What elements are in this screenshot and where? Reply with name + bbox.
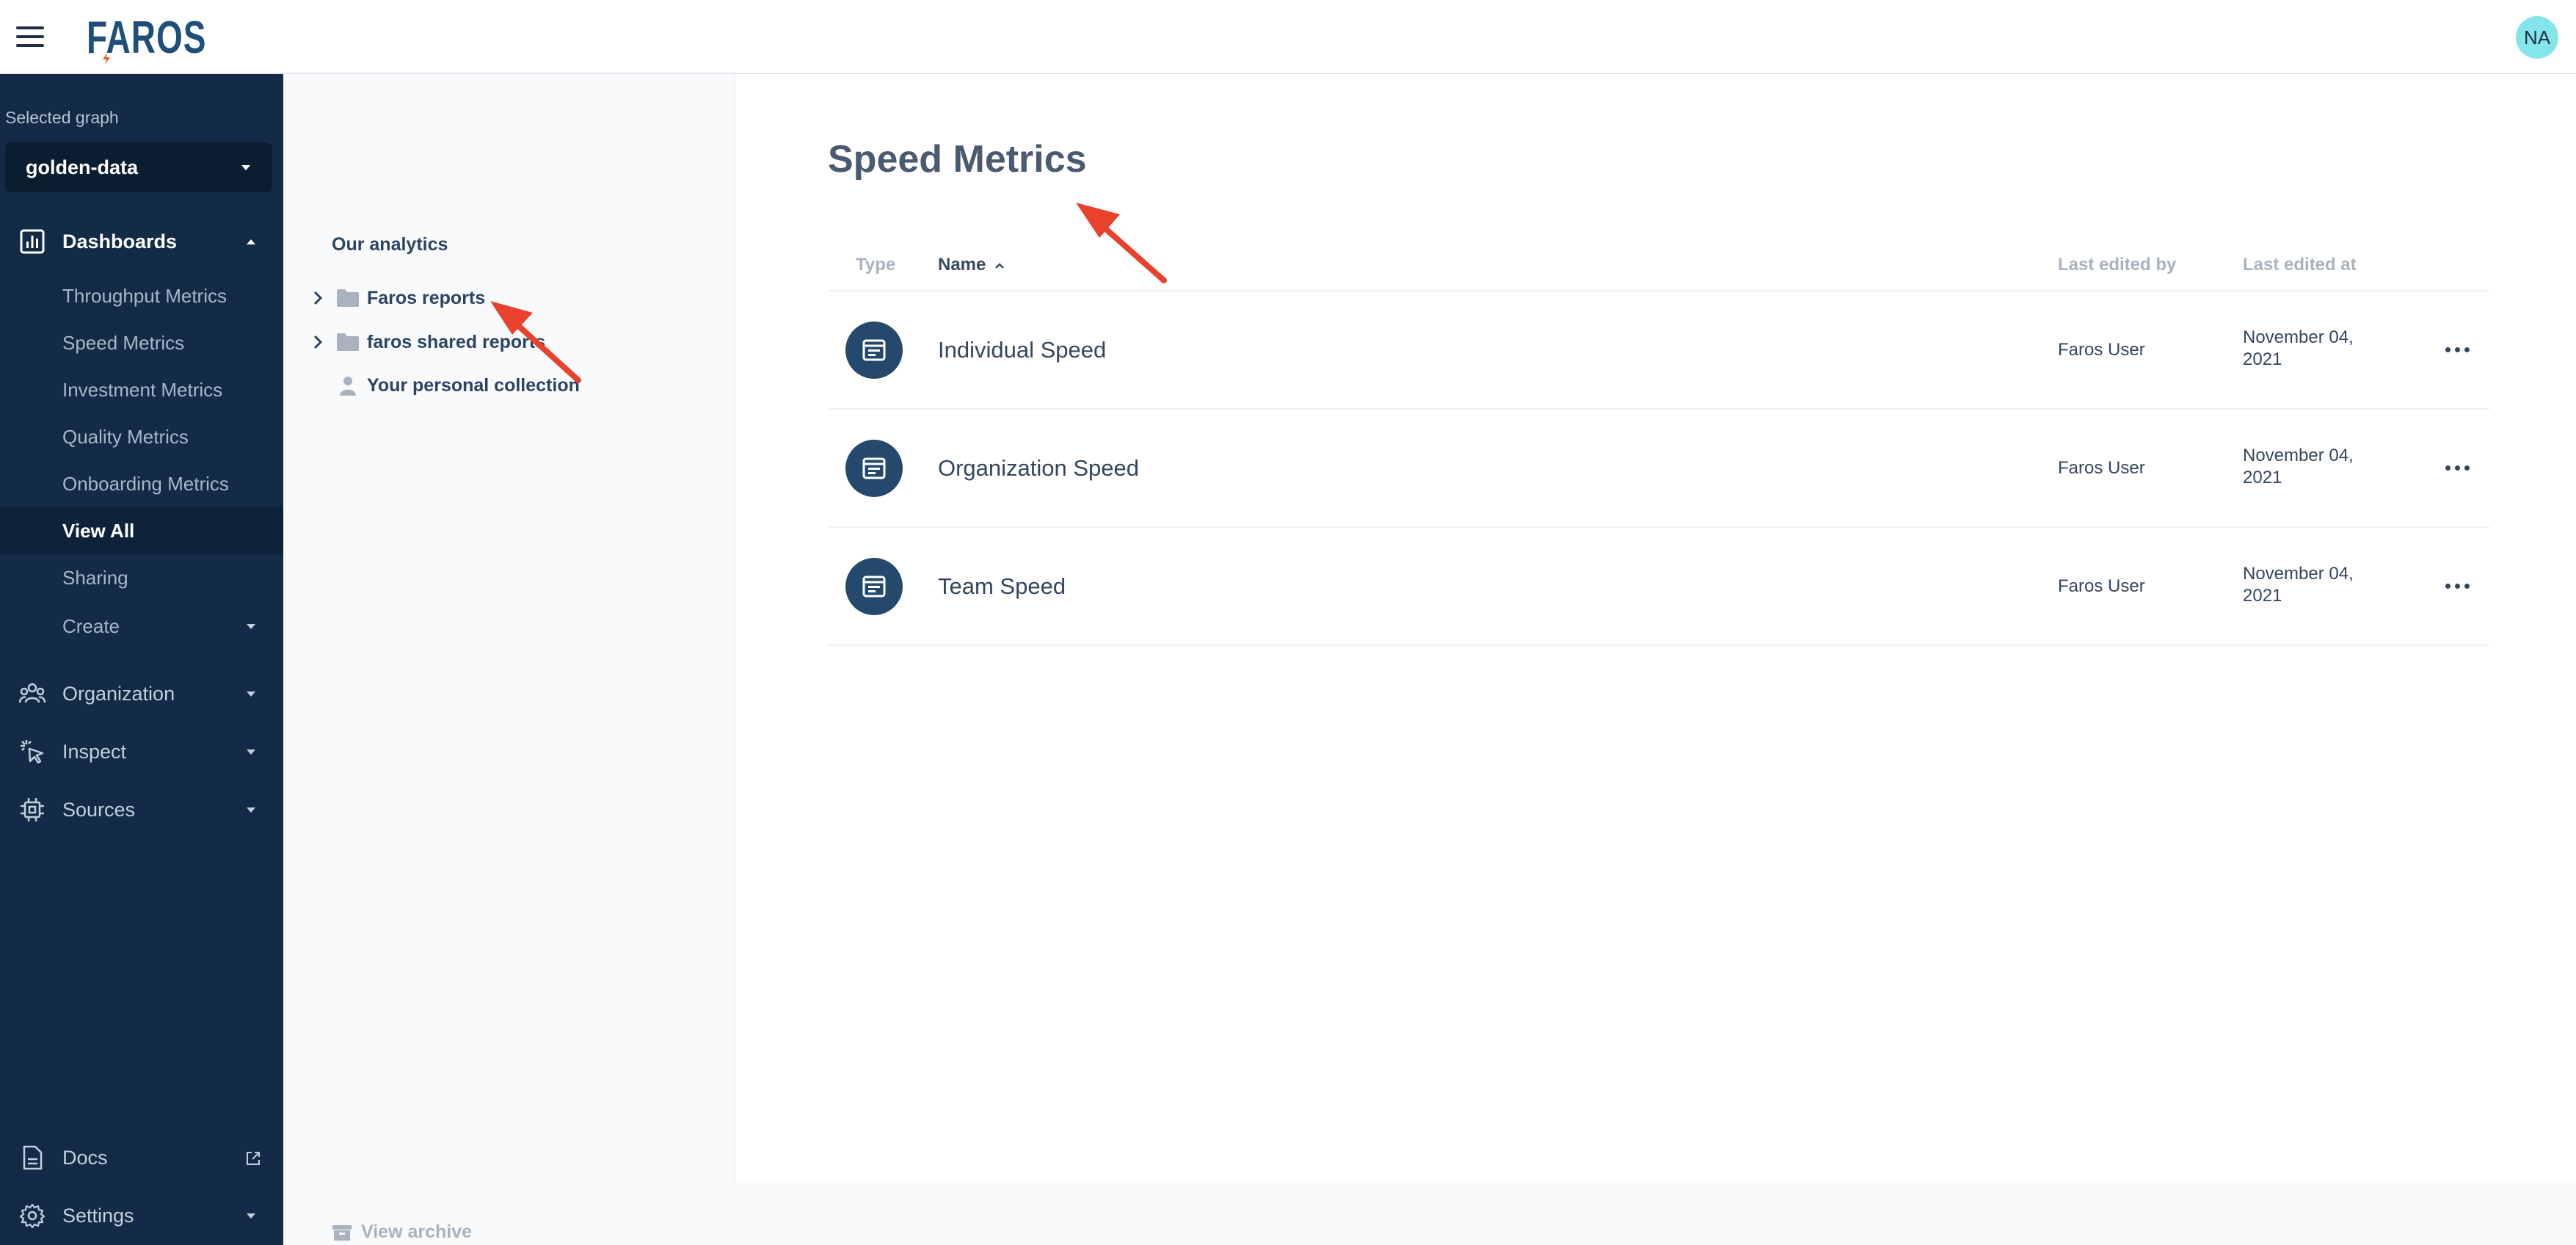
sidebar-section-label: Organization	[62, 682, 175, 705]
archive-icon	[332, 1224, 352, 1241]
sidebar-item-label: Investment Metrics	[62, 378, 223, 401]
column-header-last-edited-at: Last edited at	[2243, 255, 2357, 275]
page-title: Speed Metrics	[828, 138, 1087, 181]
chevron-down-icon	[247, 1213, 255, 1219]
footer-strip	[283, 1183, 2576, 1245]
sidebar-item-throughput-metrics[interactable]: Throughput Metrics	[0, 272, 283, 319]
sidebar: Selected graph golden-data Dashboards Th…	[0, 74, 283, 1245]
sidebar-item-investment-metrics[interactable]: Investment Metrics	[0, 366, 283, 413]
chevron-right-icon[interactable]	[308, 333, 327, 352]
sidebar-item-settings[interactable]: Settings	[0, 1192, 283, 1239]
external-link-icon	[247, 1152, 260, 1165]
last-edited-at: November 04, 2021	[2243, 327, 2354, 369]
graph-select-value: golden-data	[26, 156, 138, 178]
sidebar-item-view-all[interactable]: View All	[0, 507, 283, 554]
folder-icon	[337, 333, 359, 351]
last-edited-at: November 04, 2021	[2243, 446, 2354, 487]
top-bar: FAROS NA	[0, 0, 2576, 74]
organization-icon	[19, 683, 46, 703]
view-archive-label: View archive	[361, 1222, 473, 1242]
chevron-down-icon	[247, 692, 255, 697]
table-row[interactable]: Team Speed Faros User November 04, 2021	[828, 528, 2489, 646]
view-archive-button[interactable]: View archive	[332, 1222, 472, 1243]
sidebar-item-label: View All	[62, 519, 135, 542]
faros-logo[interactable]: FAROS	[87, 10, 207, 65]
table-row[interactable]: Organization Speed Faros User November 0…	[828, 410, 2489, 528]
dashboard-name[interactable]: Individual Speed	[938, 337, 1106, 363]
chevron-down-icon	[247, 807, 255, 813]
sidebar-section-label: Dashboards	[62, 230, 178, 253]
docs-icon	[23, 1145, 43, 1170]
folder-icon	[337, 289, 359, 307]
column-header-name-label: Name	[938, 255, 986, 275]
sidebar-item-label: Settings	[62, 1204, 134, 1227]
settings-gear-icon	[19, 1203, 46, 1229]
main-content: Speed Metrics Type Name Last edited by L…	[735, 74, 2576, 1183]
hamburger-menu-icon[interactable]	[16, 26, 44, 47]
chevron-up-icon	[247, 239, 255, 244]
sidebar-section-dashboards[interactable]: Dashboards	[0, 218, 283, 265]
sidebar-section-label: Inspect	[62, 740, 127, 763]
dashboard-chart-icon	[20, 229, 45, 254]
logo-spark-icon	[103, 53, 110, 65]
table-row[interactable]: Individual Speed Faros User November 04,…	[828, 291, 2489, 410]
chevron-right-icon[interactable]	[308, 288, 327, 308]
last-edited-at: November 04, 2021	[2243, 564, 2354, 606]
sidebar-section-inspect[interactable]: Inspect	[0, 728, 283, 775]
sources-icon	[21, 798, 44, 821]
dashboards-table: Type Name Last edited by Last edited at …	[828, 239, 2489, 646]
dashboard-name[interactable]: Organization Speed	[938, 455, 1139, 482]
more-options-icon[interactable]	[2437, 575, 2478, 597]
more-options-icon[interactable]	[2437, 338, 2478, 360]
dashboard-type-icon	[845, 440, 903, 497]
chevron-down-icon	[247, 749, 255, 755]
column-header-last-edited-by: Last edited by	[2058, 255, 2177, 275]
sort-ascending-icon	[995, 262, 1004, 269]
logo-text: FAROS	[87, 11, 207, 63]
collection-label: Your personal collection	[367, 374, 580, 396]
more-options-icon[interactable]	[2437, 457, 2478, 479]
sidebar-item-label: Docs	[62, 1146, 108, 1169]
sidebar-item-label: Throughput Metrics	[62, 284, 227, 307]
last-edited-by: Faros User	[2058, 458, 2145, 478]
inspect-icon	[21, 740, 44, 764]
sidebar-section-organization[interactable]: Organization	[0, 670, 283, 717]
sidebar-section-label: Sources	[62, 798, 136, 821]
dashboard-type-icon	[845, 322, 903, 379]
dashboard-type-icon	[845, 558, 903, 615]
selected-graph-label: Selected graph	[5, 108, 119, 127]
sidebar-item-onboarding-metrics[interactable]: Onboarding Metrics	[0, 460, 283, 507]
sidebar-item-label: Create	[62, 614, 120, 637]
sidebar-item-quality-metrics[interactable]: Quality Metrics	[0, 413, 283, 460]
graph-select[interactable]: golden-data	[5, 142, 272, 192]
sidebar-section-sources[interactable]: Sources	[0, 786, 283, 833]
last-edited-by: Faros User	[2058, 576, 2145, 596]
sidebar-item-sharing[interactable]: Sharing	[0, 554, 283, 601]
collection-faros-reports[interactable]: Faros reports	[308, 283, 485, 313]
sidebar-item-label: Quality Metrics	[62, 425, 189, 448]
collection-faros-shared-reports[interactable]: faros shared reports	[308, 327, 545, 357]
sidebar-item-label: Speed Metrics	[62, 331, 185, 354]
column-header-name[interactable]: Name	[938, 255, 1005, 275]
dashboard-name[interactable]: Team Speed	[938, 573, 1066, 600]
last-edited-by: Faros User	[2058, 340, 2145, 360]
collections-title: Our analytics	[332, 234, 448, 255]
collection-label: Faros reports	[367, 287, 486, 308]
sidebar-item-speed-metrics[interactable]: Speed Metrics	[0, 319, 283, 366]
sidebar-item-label: Onboarding Metrics	[62, 472, 229, 495]
sidebar-item-docs[interactable]: Docs	[0, 1134, 283, 1181]
person-icon	[340, 377, 356, 396]
sidebar-item-create[interactable]: Create	[0, 603, 283, 650]
column-header-type: Type	[856, 255, 896, 275]
chevron-down-icon	[247, 624, 255, 629]
collections-panel: Our analytics Faros reports faros shared…	[283, 74, 735, 1183]
collection-label: faros shared reports	[367, 331, 546, 352]
chevron-down-icon	[241, 165, 250, 170]
collection-personal[interactable]: Your personal collection	[308, 371, 580, 400]
table-header: Type Name Last edited by Last edited at	[828, 239, 2489, 291]
user-avatar[interactable]: NA	[2516, 16, 2558, 59]
sidebar-item-label: Sharing	[62, 566, 128, 589]
